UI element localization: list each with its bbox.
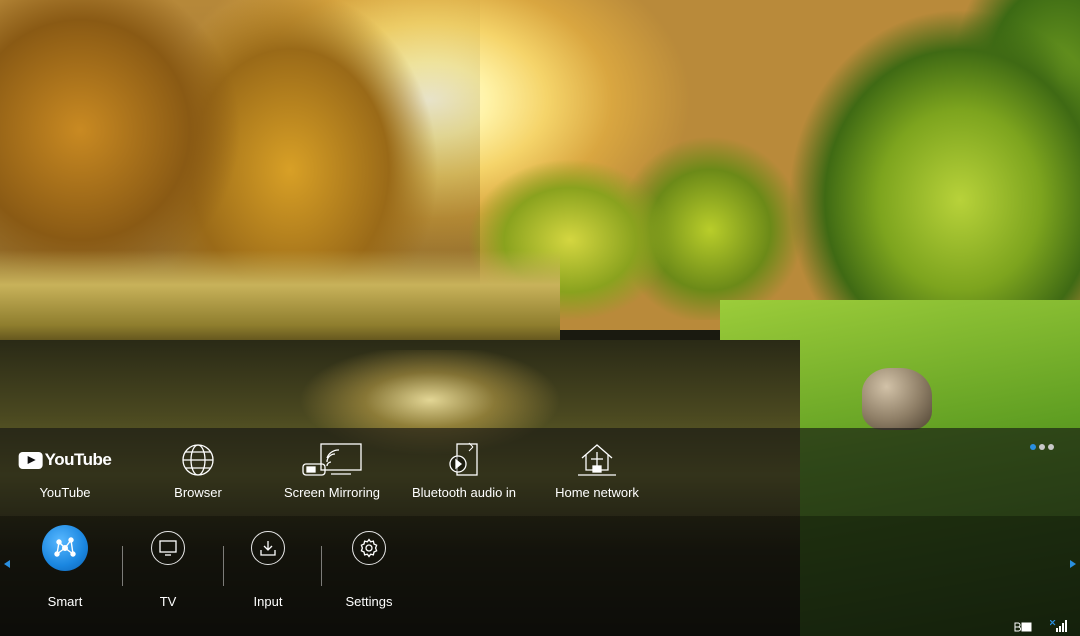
tv-icon xyxy=(151,531,185,565)
app-home-network[interactable]: Home network xyxy=(542,428,652,516)
nav-settings[interactable]: Settings xyxy=(319,516,419,616)
nav-label: Smart xyxy=(47,594,83,609)
nav-tv[interactable]: TV xyxy=(118,516,218,616)
app-label: Browser xyxy=(174,485,222,500)
home-network-icon xyxy=(576,442,618,478)
scroll-right-arrow-icon[interactable] xyxy=(1070,560,1076,568)
app-label: YouTube xyxy=(39,485,91,500)
nav-smart[interactable]: Smart xyxy=(15,516,115,616)
app-label: Home network xyxy=(555,485,639,500)
bluetooth-status-icon xyxy=(1014,620,1032,632)
app-label: Screen Mirroring xyxy=(283,485,381,500)
youtube-logo-text: YouTube xyxy=(44,450,112,469)
nav-label: TV xyxy=(159,594,177,609)
page-dot xyxy=(1048,444,1054,450)
scroll-left-arrow-icon[interactable] xyxy=(4,560,10,568)
app-youtube[interactable]: YouTube YouTube xyxy=(10,428,120,516)
rock xyxy=(862,368,932,430)
gear-icon xyxy=(352,531,386,565)
input-icon xyxy=(251,531,285,565)
page-indicator xyxy=(1030,444,1054,450)
app-screen-mirroring[interactable]: Screen Mirroring xyxy=(276,428,388,516)
youtube-logo-icon: YouTube xyxy=(18,442,112,478)
nav-label: Input xyxy=(253,594,283,609)
bottom-nav-bar: Smart TV Input Settings xyxy=(0,516,1080,636)
globe-icon xyxy=(181,442,215,478)
page-dot xyxy=(1030,444,1036,450)
nav-label: Settings xyxy=(345,594,393,609)
network-signal-icon xyxy=(1050,620,1068,632)
bluetooth-audio-icon xyxy=(447,442,481,478)
app-strip: YouTube YouTube Browser Screen Mirroring… xyxy=(0,428,1080,516)
reeds xyxy=(0,250,560,350)
app-bluetooth-audio[interactable]: Bluetooth audio in xyxy=(404,428,524,516)
page-dot xyxy=(1039,444,1045,450)
screen-mirroring-icon xyxy=(301,442,363,478)
app-browser[interactable]: Browser xyxy=(143,428,253,516)
app-label: Bluetooth audio in xyxy=(411,485,517,500)
nav-input[interactable]: Input xyxy=(218,516,318,616)
smart-hub-icon xyxy=(42,525,88,571)
